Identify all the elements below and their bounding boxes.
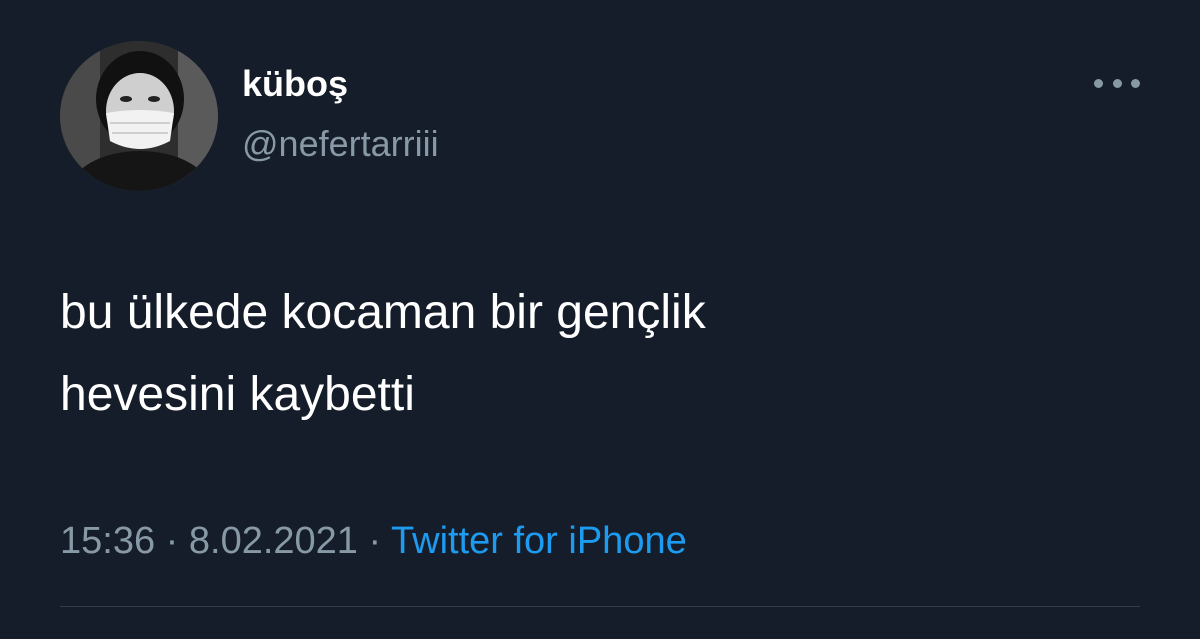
- tweet-card: küboş @nefertarriii bu ülkede kocaman bi…: [0, 0, 1200, 639]
- tweet-text: bu ülkede kocaman bir gençlik hevesini k…: [60, 272, 1140, 436]
- user-handle[interactable]: @nefertarriii: [242, 122, 439, 166]
- tweet-meta: 15:36 · 8.02.2021 · Twitter for iPhone: [60, 516, 687, 566]
- more-options-icon[interactable]: [1094, 68, 1140, 98]
- tweet-source-link[interactable]: Twitter for iPhone: [391, 520, 687, 562]
- more-dot: [1094, 78, 1103, 88]
- tweet-text-line: bu ülkede kocaman bir gençlik: [60, 286, 706, 339]
- more-dot: [1112, 78, 1122, 88]
- profile-photo-icon: [60, 41, 218, 191]
- avatar[interactable]: [60, 41, 218, 191]
- tweet-text-line: hevesini kaybetti: [60, 368, 415, 421]
- tweet-time[interactable]: 15:36: [60, 520, 155, 562]
- tweet-date[interactable]: 8.02.2021: [189, 520, 358, 562]
- meta-separator: ·: [155, 520, 189, 562]
- divider: [60, 606, 1140, 607]
- more-dot: [1131, 78, 1140, 88]
- meta-separator: ·: [357, 520, 392, 562]
- display-name[interactable]: küboş: [242, 62, 348, 106]
